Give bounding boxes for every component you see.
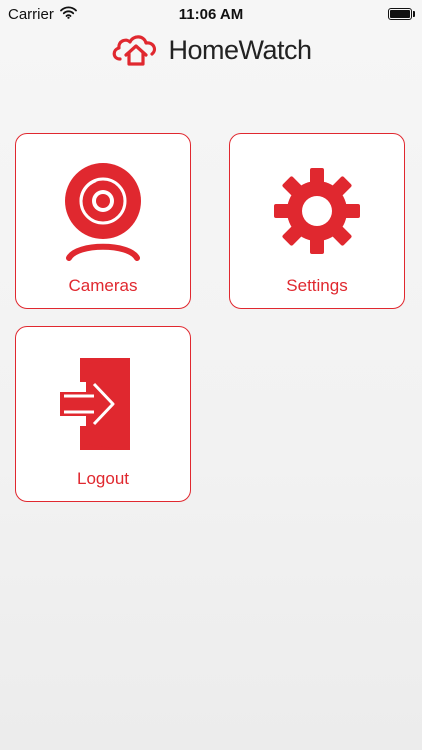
settings-label: Settings — [286, 276, 348, 295]
logout-label: Logout — [77, 469, 129, 488]
cameras-label: Cameras — [68, 276, 138, 295]
logout-icon — [16, 349, 190, 459]
webcam-icon — [16, 156, 190, 266]
app-title: HomeWatch — [168, 34, 312, 65]
settings-button[interactable]: Settings — [229, 133, 405, 309]
cameras-button[interactable]: Cameras — [15, 133, 191, 309]
logout-button[interactable]: Logout — [15, 326, 191, 502]
status-time: 11:06 AM — [178, 6, 244, 23]
app-header: HomeWatch — [0, 28, 422, 72]
status-bar: Carrier 11:06 AM — [0, 0, 422, 30]
battery-tip — [413, 11, 415, 17]
gear-icon — [230, 156, 404, 266]
cloud-home-icon — [110, 33, 160, 67]
battery-fill — [390, 10, 410, 18]
battery-icon — [388, 8, 412, 20]
